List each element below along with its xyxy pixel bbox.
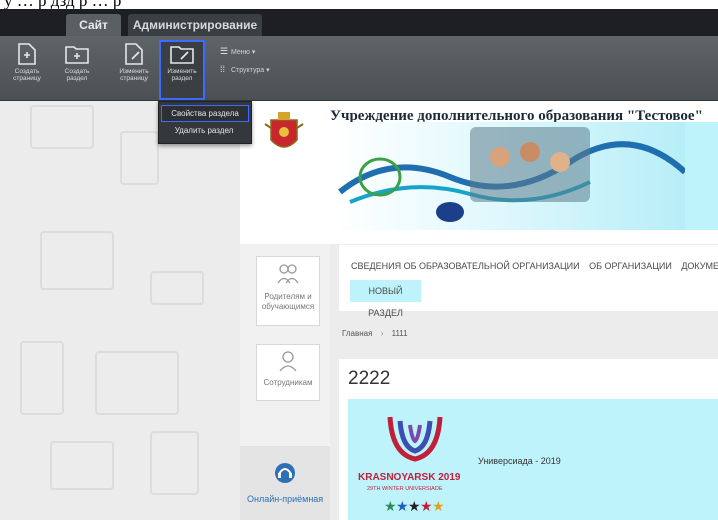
admin-toolbar: Создать страницу Создать раздел Изменить… [0, 36, 718, 101]
bg-doodle [50, 441, 114, 490]
create-section-label: Создать раздел [64, 68, 90, 82]
menu-dropdown[interactable]: ☰ Меню ▾ [220, 46, 255, 57]
bg-doodle [120, 131, 159, 185]
section-properties-item[interactable]: Свойства раздела [161, 105, 249, 122]
coat-of-arms-icon [264, 112, 304, 148]
universiade-stars: ★ ★ ★ ★ ★ [384, 499, 444, 513]
new-folder-icon [65, 46, 89, 64]
bg-doodle [150, 431, 199, 495]
svg-text:★: ★ [432, 499, 444, 513]
edit-folder-icon [170, 46, 194, 64]
universiade-logo-subtitle: 29TH WINTER UNIVERSIADE [367, 486, 443, 492]
edit-page-icon [125, 43, 143, 65]
header-banner [330, 122, 685, 230]
structure-label: Структура [230, 67, 265, 74]
parents-card[interactable]: Родителям и обучающимся [256, 256, 320, 326]
list-icon: ☰ [220, 46, 229, 56]
structure-icon: ⁞⁞ [220, 64, 226, 74]
edit-section-label: Изменить раздел [167, 68, 197, 82]
person-icon [279, 351, 297, 372]
edit-section-dropdown: Свойства раздела Удалить раздел [158, 101, 252, 144]
bg-doodle [150, 271, 204, 305]
bg-doodle [30, 105, 94, 149]
menu-item-about[interactable]: ОБ ОРГАНИЗАЦИИ [589, 261, 672, 271]
online-reception-card[interactable] [240, 446, 330, 520]
svg-text:★: ★ [420, 499, 433, 513]
create-page-label: Создать страницу [13, 68, 41, 82]
svg-text:★: ★ [384, 499, 397, 513]
universiade-logo-text: KRASNOYARSK 2019 [358, 472, 461, 483]
breadcrumb-home[interactable]: Главная [342, 329, 372, 338]
tab-administration[interactable]: Администрирование [128, 14, 262, 36]
breadcrumb-current: 1111 [391, 329, 408, 338]
banner-illustration [338, 127, 685, 222]
bg-doodle [95, 351, 179, 415]
parents-card-label: Родителям и обучающимся [261, 292, 315, 311]
universiade-caption: Универсиада - 2019 [478, 456, 561, 466]
caption-strip: у … р дзд р … р [0, 0, 718, 9]
menu-item-documents[interactable]: ДОКУМЕНТ [681, 261, 718, 271]
menu-item-info[interactable]: СВЕДЕНИЯ ОБ ОБРАЗОВАТЕЛЬНОЙ ОРГАНИЗАЦИИ [351, 261, 580, 271]
staff-card[interactable]: Сотрудникам [256, 344, 320, 401]
bg-doodle [40, 231, 114, 290]
svg-text:★: ★ [396, 499, 409, 513]
create-section-button[interactable]: Создать раздел [56, 42, 98, 98]
edit-page-button[interactable]: Изменить страницу [113, 42, 155, 98]
menu-item-new-section[interactable]: НОВЫЙ РАЗДЕЛ [350, 280, 421, 318]
new-page-icon [18, 43, 36, 65]
staff-card-label: Сотрудникам [263, 378, 313, 387]
page-title: 2222 [348, 368, 391, 389]
edit-page-label: Изменить страницу [119, 68, 149, 82]
svg-text:★: ★ [408, 499, 421, 513]
online-reception-label[interactable]: Онлайн-приёмная [247, 494, 323, 504]
breadcrumb: Главная › 1111 [342, 329, 408, 338]
banner-cyan-edge [685, 122, 718, 230]
bg-doodle [20, 341, 64, 415]
edit-section-button[interactable]: Изменить раздел [159, 40, 205, 100]
headset-icon [275, 463, 295, 483]
delete-section-item[interactable]: Удалить раздел [161, 123, 247, 138]
universiade-logo [387, 416, 443, 462]
admin-tab-bar: Сайт Администрирование [0, 9, 718, 36]
caption-text: у … р дзд р … р [4, 0, 121, 9]
breadcrumb-separator: › [380, 329, 384, 338]
family-icon [277, 264, 299, 284]
create-page-button[interactable]: Создать страницу [6, 42, 48, 98]
menu-label: Меню [230, 49, 250, 56]
structure-dropdown[interactable]: ⁞⁞ Структура ▾ [220, 64, 270, 74]
main-menu-row: СВЕДЕНИЯ ОБ ОБРАЗОВАТЕЛЬНОЙ ОРГАНИЗАЦИИ … [351, 261, 718, 271]
tab-site[interactable]: Сайт [66, 14, 121, 36]
